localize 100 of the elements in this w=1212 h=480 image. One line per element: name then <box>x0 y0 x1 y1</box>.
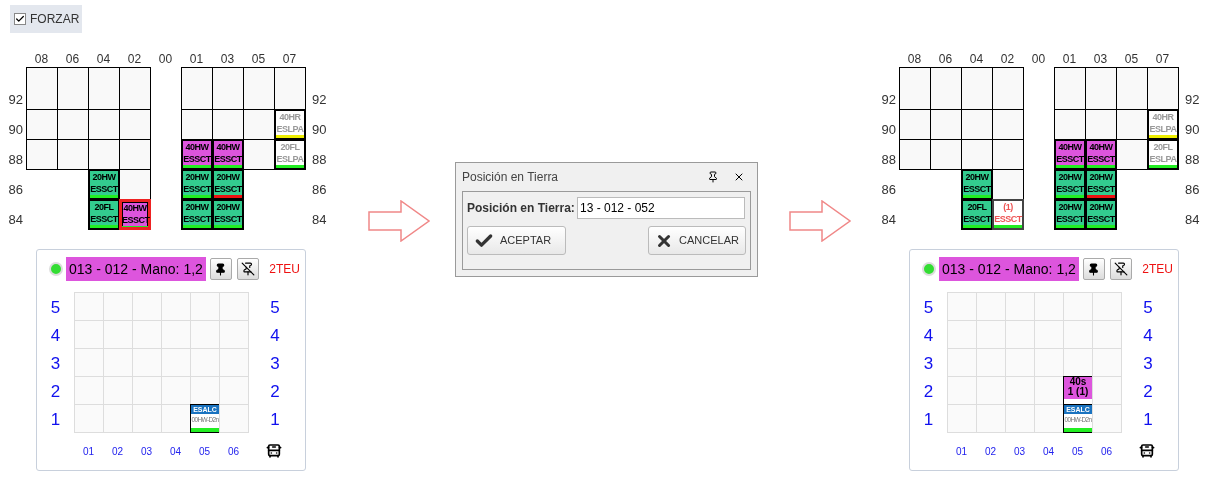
stack-cell[interactable] <box>132 376 162 405</box>
stack-cell[interactable] <box>1063 292 1093 321</box>
stack-cell[interactable] <box>132 348 162 377</box>
bay-slot <box>1085 109 1117 140</box>
bay-column-label: 07 <box>1154 50 1171 68</box>
stack-cell[interactable] <box>190 348 220 377</box>
container-block[interactable]: 20HW ESSCT <box>88 169 120 200</box>
stack-cell[interactable] <box>103 376 133 405</box>
stack-cell[interactable] <box>976 292 1006 321</box>
stack-cell[interactable] <box>1005 292 1035 321</box>
stack-cell[interactable] <box>1092 348 1122 377</box>
stack-cell[interactable] <box>1005 348 1035 377</box>
stack-cell[interactable] <box>976 348 1006 377</box>
stack-cell[interactable] <box>74 404 104 433</box>
stack-cell[interactable] <box>103 404 133 433</box>
stack-cell[interactable] <box>219 348 249 377</box>
stack-cell[interactable] <box>1063 348 1093 377</box>
container-port: ESSCT <box>214 213 242 225</box>
stack-cell[interactable] <box>74 292 104 321</box>
container-block[interactable]: 40HW ESSCT <box>1085 139 1117 170</box>
container-block[interactable]: 40HW ESSCT <box>212 139 244 170</box>
stack-cell[interactable] <box>1092 404 1122 433</box>
stack-cell[interactable] <box>1092 320 1122 349</box>
stack-cell[interactable] <box>103 292 133 321</box>
container-block[interactable]: 20HW ESSCT <box>212 199 244 230</box>
stack-cell[interactable] <box>1005 320 1035 349</box>
stack-cell[interactable] <box>1034 404 1064 433</box>
stack-cell[interactable] <box>1005 376 1035 405</box>
stack-cell[interactable] <box>103 320 133 349</box>
stack-cell[interactable] <box>161 348 191 377</box>
stack-cell[interactable] <box>947 292 977 321</box>
stack-cell[interactable] <box>161 320 191 349</box>
unpin-button[interactable] <box>236 258 259 280</box>
stack-cell[interactable] <box>161 292 191 321</box>
container-block[interactable]: 20FL ESSCT <box>88 199 120 230</box>
stack-cell[interactable] <box>976 376 1006 405</box>
stack-cell[interactable] <box>132 320 162 349</box>
container-block[interactable]: 20HW ESSCT <box>1054 199 1086 230</box>
bay-row-label: 84 <box>881 213 896 226</box>
stack-cell[interactable] <box>1034 376 1064 405</box>
stack-cell[interactable] <box>74 348 104 377</box>
accept-button[interactable]: ACEPTAR <box>467 226 566 255</box>
container-block[interactable]: 20HW ESSCT <box>961 169 993 200</box>
container-block[interactable]: 20HW ESSCT <box>1085 199 1117 230</box>
stack-cell[interactable] <box>161 376 191 405</box>
stack-cell[interactable] <box>1034 320 1064 349</box>
stack-cell[interactable] <box>190 320 220 349</box>
container-block[interactable]: 20FL ESSCT <box>961 199 993 230</box>
bay-column-label: 01 <box>188 50 205 68</box>
stack-cell[interactable] <box>1034 292 1064 321</box>
container-block[interactable]: 40HW ESSCT <box>181 139 213 170</box>
stack-cell[interactable] <box>947 320 977 349</box>
bay-row-label: 88 <box>8 153 23 166</box>
stack-cell[interactable] <box>103 348 133 377</box>
stack-cell[interactable] <box>219 376 249 405</box>
planned-container[interactable]: 40s 1 (1) <box>1063 376 1093 405</box>
stack-cell[interactable] <box>1005 404 1035 433</box>
unpin-button[interactable] <box>1109 258 1132 280</box>
stack-cell[interactable] <box>1063 320 1093 349</box>
container-port: ESSCT <box>963 213 991 225</box>
pin-button[interactable] <box>1082 258 1105 280</box>
tier-label: 2 <box>1142 382 1154 400</box>
stack-cell[interactable] <box>1034 348 1064 377</box>
stack-cell[interactable] <box>161 404 191 433</box>
container-block[interactable]: 20HW ESSCT <box>1085 169 1117 200</box>
stack-cell[interactable] <box>132 404 162 433</box>
stack-cell[interactable] <box>1092 292 1122 321</box>
stack-cell[interactable] <box>219 404 249 433</box>
bay-column-label: 03 <box>1092 50 1109 68</box>
container-block[interactable]: 40HW ESSCT <box>1054 139 1086 170</box>
stack-title: 013 - 012 - Mano: 1,2 <box>66 257 206 281</box>
stack-cell[interactable] <box>947 348 977 377</box>
container-block[interactable]: 20HW ESSCT <box>181 199 213 230</box>
dialog-title: Posición en Tierra <box>462 169 559 186</box>
stack-cell[interactable] <box>132 292 162 321</box>
bay-column-label: 02 <box>126 50 143 68</box>
tier-label: 3 <box>49 354 62 372</box>
stack-cell[interactable] <box>976 320 1006 349</box>
container-type: 20HW <box>1088 201 1114 213</box>
stack-cell[interactable] <box>947 376 977 405</box>
stack-cell[interactable] <box>1092 376 1122 405</box>
container-block[interactable]: 20HW ESSCT <box>212 169 244 200</box>
cancel-button[interactable]: CANCELAR <box>648 226 746 255</box>
stack-cell[interactable] <box>976 404 1006 433</box>
pin-icon[interactable] <box>707 171 719 183</box>
container-block[interactable]: 20HW ESSCT <box>181 169 213 200</box>
stack-cell[interactable] <box>74 320 104 349</box>
container-block[interactable]: 20HW ESSCT <box>1054 169 1086 200</box>
stack-cell[interactable] <box>947 404 977 433</box>
stack-cell[interactable] <box>219 320 249 349</box>
close-icon[interactable] <box>733 171 745 183</box>
tier-label: 2 <box>922 382 935 400</box>
bay-slot <box>119 67 151 110</box>
stack-cell[interactable] <box>74 376 104 405</box>
stack-cell[interactable] <box>190 376 220 405</box>
stack-cell[interactable] <box>190 292 220 321</box>
stack-cell[interactable] <box>219 292 249 321</box>
position-field[interactable]: 13 - 012 - 052 <box>577 197 745 219</box>
status-bar <box>183 165 211 168</box>
pin-button[interactable] <box>209 258 232 280</box>
